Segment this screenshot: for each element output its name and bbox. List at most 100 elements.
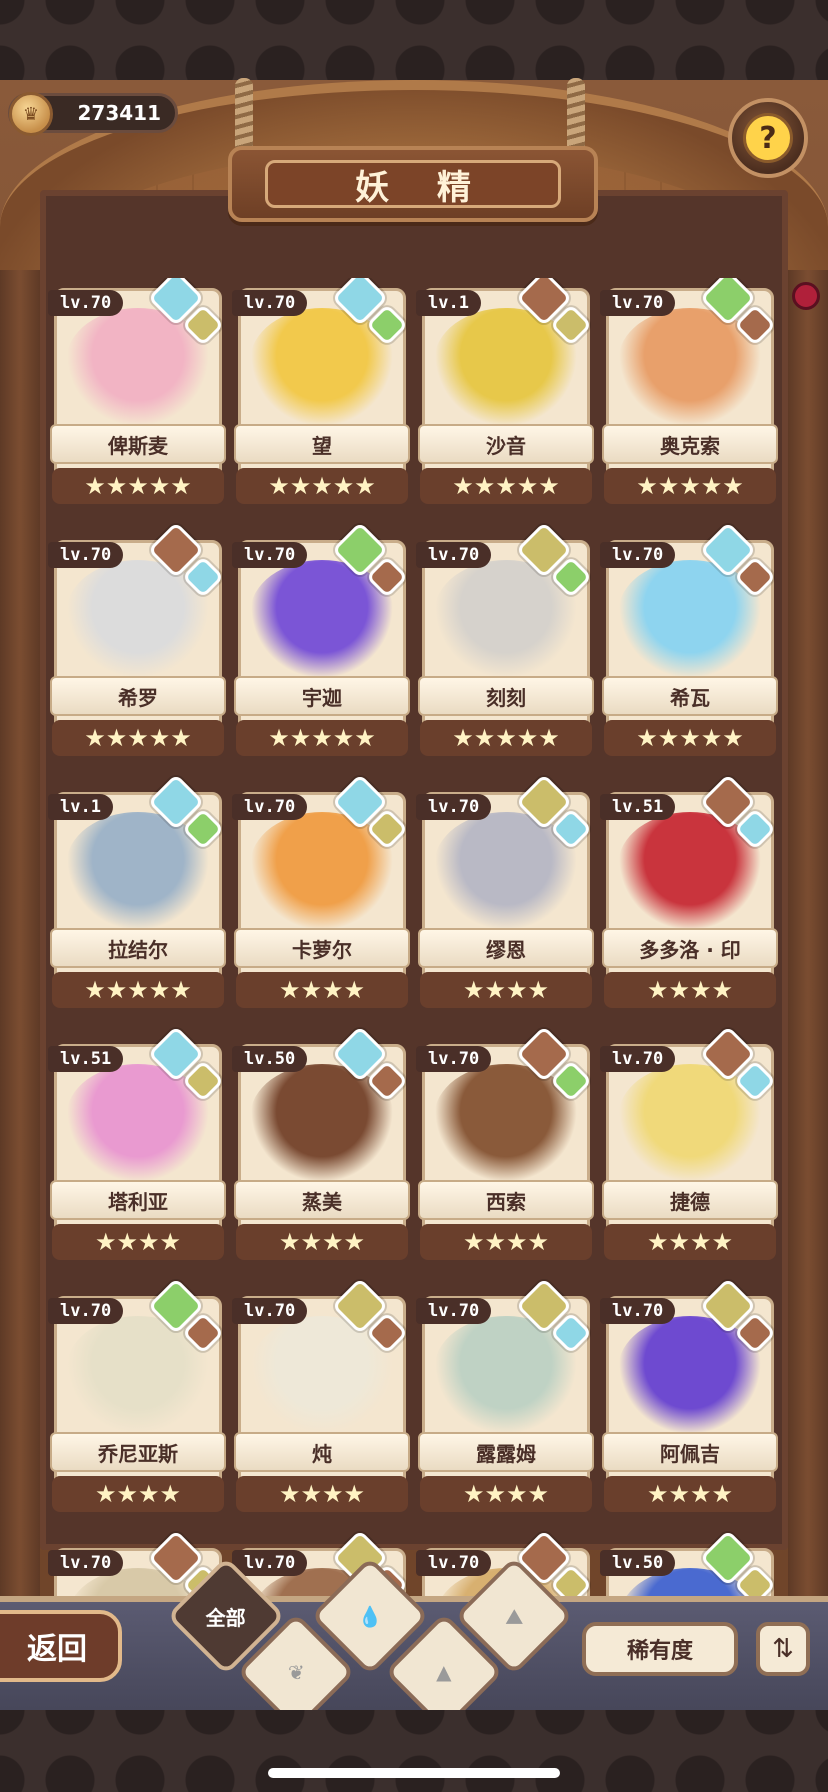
right-pillar (788, 270, 828, 1630)
fairy-name: 塔利亚 (50, 1180, 226, 1220)
level-badge: lv.70 (232, 794, 308, 820)
fairy-name: 西索 (418, 1180, 594, 1220)
star-rating: ★★★★★ (236, 720, 408, 756)
title-sign: 妖 精 (228, 146, 598, 222)
star-rating: ★★★★ (604, 972, 776, 1008)
star-rating: ★★★★★ (420, 468, 592, 504)
fairy-card[interactable]: lv.70 望 ★★★★★ (232, 278, 412, 514)
fairy-card[interactable]: lv.70 西索 ★★★★ (416, 1025, 596, 1270)
fairy-card[interactable]: lv.70 乔尼亚斯 ★★★★ (48, 1277, 228, 1522)
fairy-card[interactable]: lv.70 希瓦 ★★★★★ (600, 521, 780, 766)
fairy-name: 捷德 (602, 1180, 778, 1220)
level-badge: lv.70 (600, 1046, 676, 1072)
level-badge: lv.70 (416, 1550, 492, 1576)
star-rating: ★★★★★ (604, 720, 776, 756)
fairy-name: 多多洛 · 印 (602, 928, 778, 968)
star-rating: ★★★★ (420, 1224, 592, 1260)
star-rating: ★★★★★ (604, 468, 776, 504)
level-badge: lv.70 (416, 1046, 492, 1072)
sort-label: 稀有度 (626, 1639, 693, 1664)
star-rating: ★★★★ (604, 1476, 776, 1512)
level-badge: lv.70 (48, 290, 124, 316)
level-badge: lv.50 (600, 1550, 676, 1576)
level-badge: lv.1 (416, 290, 481, 316)
star-rating: ★★★★★ (52, 972, 224, 1008)
level-badge: lv.70 (48, 542, 124, 568)
rock-icon: ⛰ (505, 1604, 523, 1628)
star-rating: ★★★★ (236, 1224, 408, 1260)
filter-all-label: 全部 (206, 1605, 246, 1630)
help-button[interactable]: ? (728, 98, 808, 178)
fairy-name: 乔尼亚斯 (50, 1432, 226, 1472)
level-badge: lv.70 (600, 1298, 676, 1324)
scroll-indicator[interactable] (792, 282, 820, 310)
fairy-card[interactable]: lv.50 蒸美 ★★★★ (232, 1025, 412, 1270)
level-badge: lv.70 (600, 542, 676, 568)
fairy-card[interactable]: lv.70 奥克索 ★★★★★ (600, 278, 780, 514)
fairy-name: 沙音 (418, 424, 594, 464)
level-badge: lv.70 (416, 794, 492, 820)
fairy-card[interactable]: lv.70 炖 ★★★★ (232, 1277, 412, 1522)
fairy-name: 炖 (234, 1432, 410, 1472)
level-badge: lv.70 (232, 1550, 308, 1576)
fairy-name: 宇迦 (234, 676, 410, 716)
star-rating: ★★★★ (420, 972, 592, 1008)
water-icon: 💧 (357, 1604, 383, 1628)
plant-icon: ❦ (287, 1659, 305, 1684)
top-pattern (0, 0, 828, 80)
level-badge: lv.70 (48, 1298, 124, 1324)
fairy-card[interactable]: lv.51 塔利亚 ★★★★ (48, 1025, 228, 1270)
fairy-card[interactable]: lv.70 缪恩 ★★★★ (416, 773, 596, 1018)
fairy-name: 卡萝尔 (234, 928, 410, 968)
sort-order-icon: ⇅ (772, 1634, 794, 1664)
fairy-card[interactable]: lv.70 露露姆 ★★★★ (416, 1277, 596, 1522)
fairy-name: 拉结尔 (50, 928, 226, 968)
back-button[interactable]: 返回 (0, 1610, 122, 1682)
fairy-name: 缪恩 (418, 928, 594, 968)
bottom-pattern (0, 1710, 828, 1792)
level-badge: lv.70 (232, 1298, 308, 1324)
fairy-card[interactable]: lv.70 阿佩吉 ★★★★ (600, 1277, 780, 1522)
level-badge: lv.51 (48, 1046, 124, 1072)
fairy-card[interactable]: lv.70 希罗 ★★★★★ (48, 521, 228, 766)
fairy-card[interactable]: lv.70 宇迦 ★★★★★ (232, 521, 412, 766)
level-badge: lv.70 (416, 1298, 492, 1324)
fairy-name: 望 (234, 424, 410, 464)
level-badge: lv.51 (600, 794, 676, 820)
home-indicator[interactable] (268, 1768, 560, 1778)
sort-rarity-button[interactable]: 稀有度 (582, 1622, 738, 1676)
star-rating: ★★★★★ (52, 468, 224, 504)
level-badge: lv.70 (600, 290, 676, 316)
star-rating: ★★★★★ (236, 468, 408, 504)
back-label: 返回 (27, 1632, 87, 1667)
star-rating: ★★★★ (236, 1476, 408, 1512)
fairy-card[interactable]: lv.70 刻刻 ★★★★★ (416, 521, 596, 766)
star-rating: ★★★★ (236, 972, 408, 1008)
level-badge: lv.50 (232, 1046, 308, 1072)
fairy-name: 奥克索 (602, 424, 778, 464)
level-badge: lv.70 (48, 1550, 124, 1576)
star-rating: ★★★★ (420, 1476, 592, 1512)
fairy-name: 刻刻 (418, 676, 594, 716)
coin-icon: ♛ (9, 92, 53, 136)
fairy-name: 阿佩吉 (602, 1432, 778, 1472)
earth-icon: ▲ (436, 1659, 452, 1684)
fairy-name: 希瓦 (602, 676, 778, 716)
level-badge: lv.70 (232, 542, 308, 568)
sort-order-button[interactable]: ⇅ (756, 1622, 810, 1676)
star-rating: ★★★★★ (420, 720, 592, 756)
currency-value: 273411 (77, 101, 162, 125)
currency-display: ♛ 273411 (8, 92, 178, 136)
help-icon: ? (743, 113, 793, 163)
left-pillar (0, 270, 40, 1630)
star-rating: ★★★★ (604, 1224, 776, 1260)
fairy-name: 俾斯麦 (50, 424, 226, 464)
fairy-card[interactable]: lv.70 捷德 ★★★★ (600, 1025, 780, 1270)
page-title: 妖 精 (265, 160, 561, 208)
fairy-card[interactable]: lv.70 卡萝尔 ★★★★ (232, 773, 412, 1018)
fairy-card[interactable]: lv.1 沙音 ★★★★★ (416, 278, 596, 514)
fairy-card[interactable]: lv.1 拉结尔 ★★★★★ (48, 773, 228, 1018)
fairy-card[interactable]: lv.70 俾斯麦 ★★★★★ (48, 278, 228, 514)
fairy-card[interactable]: lv.51 多多洛 · 印 ★★★★ (600, 773, 780, 1018)
star-rating: ★★★★ (52, 1476, 224, 1512)
